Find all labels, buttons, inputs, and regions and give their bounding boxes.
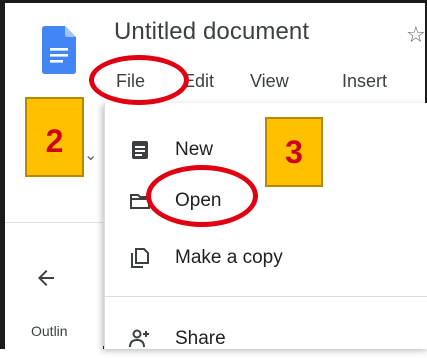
menu-item-share[interactable]: Share [105,318,427,358]
outline-label: Outlin [31,323,68,339]
sidebar-divider [5,222,103,223]
highlight-ring-open [146,165,258,227]
frame-top-border [0,0,427,3]
document-icon [132,141,148,159]
menu-item-label: New [175,139,214,160]
step-badge-3: 3 [265,117,323,187]
step-number: 2 [45,122,64,159]
menu-separator [105,296,427,297]
star-icon[interactable]: ☆ [406,22,426,48]
menubar: File Edit View Insert [0,63,427,97]
document-title[interactable]: Untitled document [114,18,309,46]
copy-icon [131,248,149,268]
highlight-ring-file [89,55,189,105]
menu-view[interactable]: View [250,71,289,92]
menu-item-make-copy[interactable]: Make a copy [105,237,427,277]
step-number: 3 [285,133,303,170]
person-add-icon [129,329,149,348]
back-arrow-icon[interactable] [34,266,58,290]
menu-item-label: Make a copy [175,247,283,268]
menu-insert[interactable]: Insert [342,71,387,92]
step-badge-2: 2 [25,97,84,177]
menu-item-label: Share [175,328,226,349]
chevron-down-icon[interactable]: ⌄ [84,145,97,165]
